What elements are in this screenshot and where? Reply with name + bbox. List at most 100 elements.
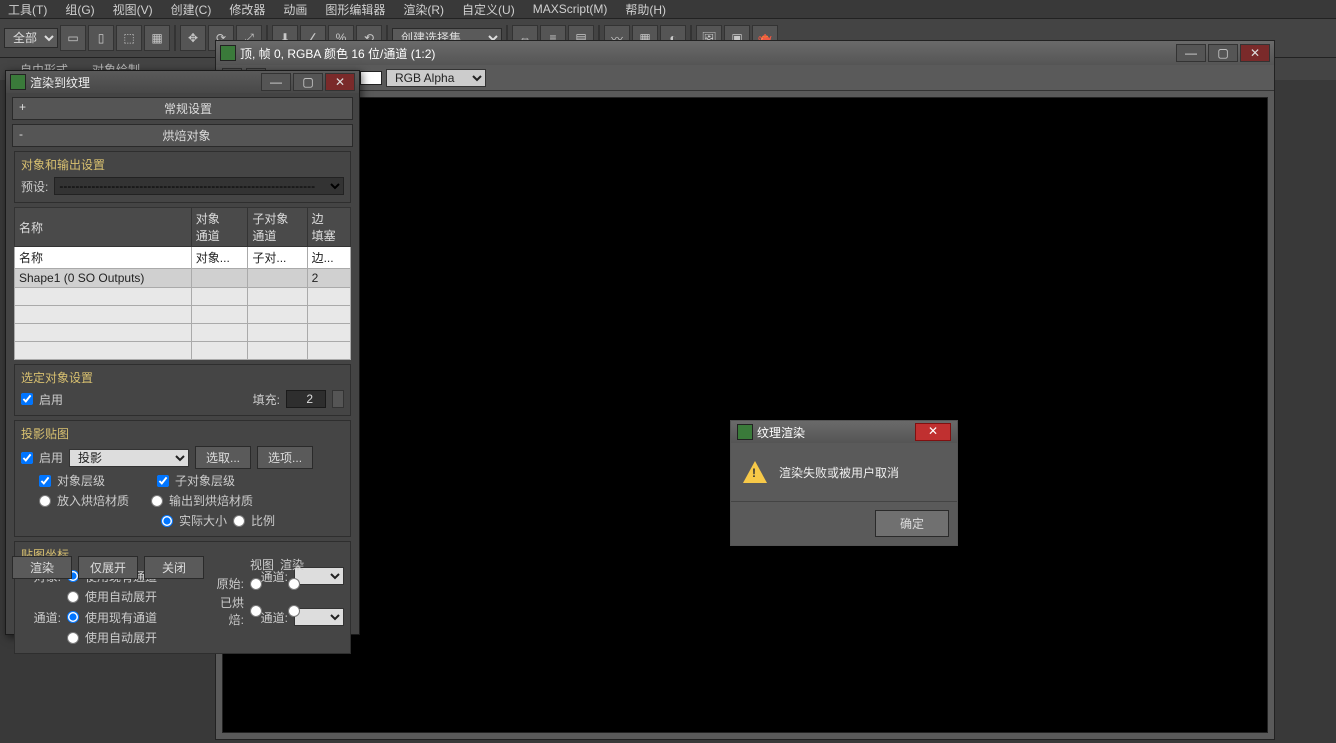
ratio-radio[interactable]: [233, 515, 245, 527]
ch-use-auto-radio[interactable]: [67, 632, 79, 644]
error-titlebar[interactable]: 纹理渲染 ✕: [731, 421, 957, 443]
menu-tools[interactable]: 工具(T): [8, 1, 47, 18]
select-name-icon[interactable]: ▯: [88, 25, 114, 51]
select-icon[interactable]: ▭: [60, 25, 86, 51]
menu-anim[interactable]: 动画: [283, 1, 307, 18]
table-row[interactable]: [15, 306, 351, 324]
render-label: 渲染: [280, 556, 304, 573]
put-mat-label: 放入烘焙材质: [57, 492, 129, 509]
rtt-titlebar[interactable]: 渲染到纹理 — ▢ ✕: [6, 71, 359, 93]
menu-help[interactable]: 帮助(H): [625, 1, 666, 18]
error-dialog: 纹理渲染 ✕ 渲染失败或被用户取消 确定: [730, 420, 958, 546]
render-window-toolbar: 💾 ⧉ RGB Alpha: [216, 65, 1274, 91]
group-projection-title: 投影贴图: [21, 425, 344, 442]
rtt-maximize-button[interactable]: ▢: [293, 73, 323, 91]
ch-use-auto-label: 使用自动展开: [85, 629, 157, 646]
menu-group[interactable]: 组(G): [65, 1, 94, 18]
orig-label: 原始:: [210, 575, 244, 592]
menu-graph[interactable]: 图形编辑器: [325, 1, 385, 18]
group-selected-title: 选定对象设置: [21, 369, 344, 386]
group-object-output: 对象和输出设置 预设: ----------------------------…: [14, 151, 351, 203]
menu-maxscript[interactable]: MAXScript(M): [533, 2, 608, 16]
channel-dropdown[interactable]: RGB Alpha: [386, 69, 486, 87]
table-row[interactable]: [15, 342, 351, 360]
app-icon: [220, 45, 236, 61]
proj-enable-label: 启用: [39, 449, 63, 466]
render-button[interactable]: 渲染: [12, 556, 72, 579]
enable-label: 启用: [39, 391, 63, 408]
rtt-close-button[interactable]: ✕: [325, 73, 355, 91]
out-mat-radio[interactable]: [151, 495, 163, 507]
cell-name: Shape1 (0 SO Outputs): [15, 269, 192, 288]
render-frame-window: 顶, 帧 0, RGBA 颜色 16 位/通道 (1:2) — ▢ ✕ 💾 ⧉ …: [215, 40, 1275, 740]
orig-view-radio[interactable]: [250, 578, 262, 590]
minimize-button[interactable]: —: [1176, 44, 1206, 62]
selection-filter[interactable]: 全部: [4, 28, 58, 48]
render-window-title: 顶, 帧 0, RGBA 颜色 16 位/通道 (1:2): [240, 45, 435, 62]
preset-label: 预设:: [21, 178, 48, 195]
th2-sub[interactable]: 子对...: [248, 247, 307, 269]
close-button[interactable]: 关闭: [144, 556, 204, 579]
obj-level-checkbox[interactable]: [39, 475, 51, 487]
render-viewport[interactable]: [222, 97, 1268, 733]
select-region-icon[interactable]: ⬚: [116, 25, 142, 51]
th2-obj[interactable]: 对象...: [191, 247, 248, 269]
projection-dropdown[interactable]: 投影: [69, 449, 189, 467]
rtt-footer: 渲染 仅展开 关闭 视图 渲染 原始: 已烘焙:: [12, 556, 353, 628]
menu-modifier[interactable]: 修改器: [229, 1, 265, 18]
table-row[interactable]: [15, 324, 351, 342]
render-to-texture-dialog: 渲染到纹理 — ▢ ✕ 常规设置 烘焙对象 对象和输出设置 预设: ------…: [5, 70, 360, 635]
sub-level-checkbox[interactable]: [157, 475, 169, 487]
objects-table: 名称 对象 通道 子对象 通道 边 填塞 名称 对象... 子对... 边...…: [14, 207, 351, 360]
rollout-bake[interactable]: 烘焙对象: [12, 124, 353, 147]
warning-icon: [743, 461, 767, 483]
rtt-minimize-button[interactable]: —: [261, 73, 291, 91]
preset-dropdown[interactable]: ----------------------------------------…: [54, 177, 344, 195]
unwrap-button[interactable]: 仅展开: [78, 556, 138, 579]
padding-label: 填充:: [253, 391, 280, 408]
error-message: 渲染失败或被用户取消: [779, 464, 899, 481]
out-mat-label: 输出到烘焙材质: [169, 492, 253, 509]
window-crossing-icon[interactable]: ▦: [144, 25, 170, 51]
close-button[interactable]: ✕: [1240, 44, 1270, 62]
table-row[interactable]: Shape1 (0 SO Outputs) 2: [15, 269, 351, 288]
actual-size-label: 实际大小: [179, 512, 227, 529]
enable-checkbox[interactable]: [21, 393, 33, 405]
proj-enable-checkbox[interactable]: [21, 452, 33, 464]
group-selected-object: 选定对象设置 启用 填充:: [14, 364, 351, 416]
maximize-button[interactable]: ▢: [1208, 44, 1238, 62]
options-button[interactable]: 选项...: [257, 446, 313, 469]
th2-edge[interactable]: 边...: [307, 247, 350, 269]
th-obj-channel[interactable]: 对象 通道: [191, 208, 248, 247]
th2-name[interactable]: 名称: [15, 247, 192, 269]
menu-view[interactable]: 视图(V): [113, 1, 153, 18]
actual-size-radio[interactable]: [161, 515, 173, 527]
menu-custom[interactable]: 自定义(U): [462, 1, 515, 18]
baked-view-radio[interactable]: [250, 605, 262, 617]
put-mat-radio[interactable]: [39, 495, 51, 507]
main-menu: 工具(T) 组(G) 视图(V) 创建(C) 修改器 动画 图形编辑器 渲染(R…: [0, 0, 1336, 18]
rgb-swatch[interactable]: [360, 71, 382, 85]
rollout-general[interactable]: 常规设置: [12, 97, 353, 120]
th-edge[interactable]: 边 填塞: [307, 208, 350, 247]
th-sub-channel[interactable]: 子对象 通道: [248, 208, 307, 247]
group-projection: 投影贴图 启用 投影 选取... 选项... 对象层级 子对象层级 放入烘焙材质…: [14, 420, 351, 537]
app-icon: [737, 424, 753, 440]
pick-button[interactable]: 选取...: [195, 446, 251, 469]
padding-spinner[interactable]: [332, 390, 344, 408]
table-row[interactable]: [15, 288, 351, 306]
menu-render[interactable]: 渲染(R): [403, 1, 444, 18]
cell-edge: 2: [307, 269, 350, 288]
baked-label: 已烘焙:: [210, 594, 244, 628]
th-name[interactable]: 名称: [15, 208, 192, 247]
render-window-titlebar[interactable]: 顶, 帧 0, RGBA 颜色 16 位/通道 (1:2) — ▢ ✕: [216, 41, 1274, 65]
menu-create[interactable]: 创建(C): [171, 1, 212, 18]
baked-render-radio[interactable]: [288, 605, 300, 617]
move-icon[interactable]: ✥: [180, 25, 206, 51]
padding-input[interactable]: [286, 390, 326, 408]
error-close-button[interactable]: ✕: [915, 423, 951, 441]
group-object-output-title: 对象和输出设置: [21, 156, 344, 173]
orig-render-radio[interactable]: [288, 578, 300, 590]
obj-level-label: 对象层级: [57, 472, 105, 489]
ok-button[interactable]: 确定: [875, 510, 949, 537]
